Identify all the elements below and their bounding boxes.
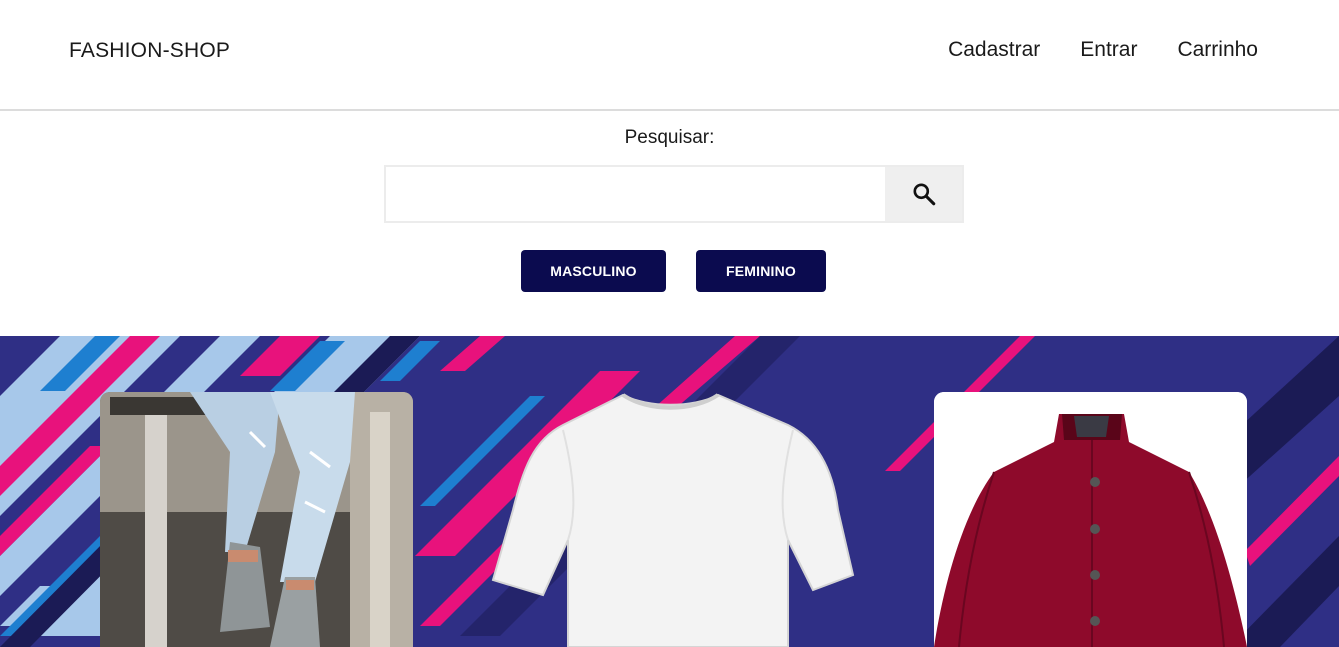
product-card-jacket[interactable] [934, 392, 1247, 647]
brand-logo[interactable]: FASHION-SHOP [69, 39, 230, 63]
main-nav: Cadastrar Entrar Carrinho [948, 38, 1258, 62]
red-jacket-image [934, 392, 1247, 647]
product-card-jeans[interactable] [100, 392, 413, 647]
jeans-sneakers-photo [100, 392, 413, 647]
nav-login-link[interactable]: Entrar [1080, 38, 1137, 62]
search-label: Pesquisar: [624, 127, 715, 148]
hero-banner [0, 336, 1339, 647]
search-icon [912, 183, 935, 206]
nav-register-link[interactable]: Cadastrar [948, 38, 1040, 62]
search-input[interactable] [386, 167, 885, 221]
category-female-button[interactable]: FEMININO [696, 250, 826, 292]
search-bar [384, 165, 964, 223]
nav-cart-link[interactable]: Carrinho [1177, 38, 1258, 62]
site-header: FASHION-SHOP Cadastrar Entrar Carrinho [0, 0, 1339, 111]
search-button[interactable] [885, 167, 962, 221]
white-tshirt-image[interactable] [488, 390, 856, 647]
category-male-button[interactable]: MASCULINO [521, 250, 666, 292]
